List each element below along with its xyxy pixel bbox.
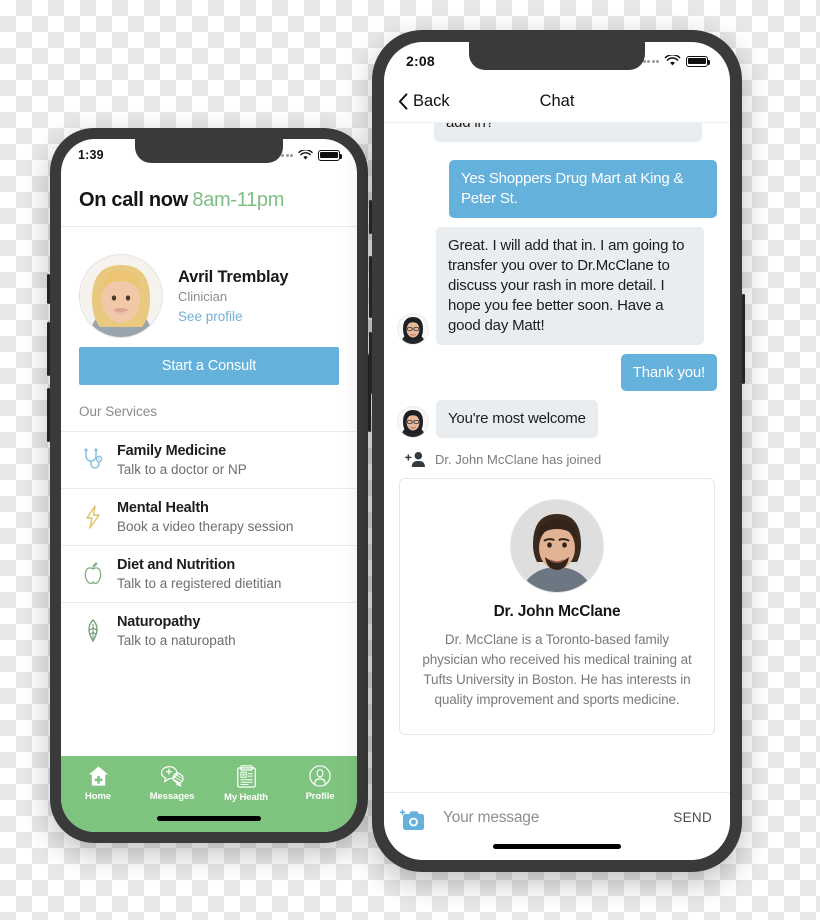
- message-bubble-clipped: add in?: [434, 122, 702, 142]
- status-icons: [276, 149, 343, 161]
- chat-screen: 2:08 Back Chat add in? Yes Shoppers Drug…: [384, 42, 730, 860]
- status-time: 1:39: [78, 148, 104, 162]
- power-button[interactable]: [742, 294, 745, 384]
- tab-my-health[interactable]: My Health: [209, 765, 283, 803]
- service-title: Diet and Nutrition: [117, 557, 236, 573]
- services-list: Family Medicine Talk to a doctor or NP M…: [61, 431, 357, 659]
- screenshot-stage: 1:39 On call now 8am-11pm Avril Tremblay…: [0, 0, 820, 920]
- message-input[interactable]: Your message: [443, 809, 673, 827]
- clinician-avatar: [79, 254, 163, 338]
- tab-label: Home: [85, 791, 111, 802]
- message-row-incoming: You're most welcome: [397, 400, 717, 439]
- apple-icon: [79, 562, 107, 586]
- service-subtitle: Talk to a doctor or NP: [117, 462, 247, 477]
- service-text: Diet and Nutrition Talk to a registered …: [117, 557, 281, 591]
- wifi-icon: [664, 55, 681, 66]
- mute-switch[interactable]: [369, 200, 372, 234]
- home-indicator[interactable]: [493, 844, 621, 849]
- service-item-diet-nutrition[interactable]: Diet and Nutrition Talk to a registered …: [61, 545, 357, 602]
- service-subtitle: Talk to a registered dietitian: [117, 576, 282, 591]
- back-label: Back: [413, 91, 450, 110]
- device-notch: [469, 42, 645, 70]
- clinician-avatar-small: [397, 312, 429, 345]
- message-composer: Your message SEND: [384, 792, 730, 860]
- on-call-hours: 8am-11pm: [192, 189, 285, 211]
- wifi-icon: [298, 149, 313, 160]
- service-text: Mental Health Book a video therapy sessi…: [117, 500, 293, 534]
- chat-message-list[interactable]: add in? Yes Shoppers Drug Mart at King &…: [384, 122, 730, 792]
- service-item-mental-health[interactable]: Mental Health Book a video therapy sessi…: [61, 488, 357, 545]
- signal-dots-icon: [642, 59, 659, 63]
- camera-add-icon[interactable]: [400, 809, 426, 833]
- home-indicator[interactable]: [157, 816, 261, 821]
- status-time: 2:08: [406, 53, 435, 69]
- leaf-icon: [79, 619, 107, 643]
- system-event-text: Dr. John McClane has joined: [435, 452, 602, 468]
- on-call-header: On call now 8am-11pm: [61, 189, 357, 227]
- see-profile-link[interactable]: See profile: [178, 309, 288, 324]
- clipboard-icon: [236, 765, 256, 788]
- chevron-left-icon: [398, 92, 408, 110]
- lightning-bolt-icon: [79, 505, 107, 529]
- doctor-bio: Dr. McClane is a Toronto-based family ph…: [422, 632, 692, 708]
- tab-home[interactable]: Home: [61, 765, 135, 802]
- start-consult-button[interactable]: Start a Consult: [79, 347, 339, 385]
- tab-profile[interactable]: Profile: [283, 765, 357, 802]
- volume-up-button[interactable]: [369, 256, 372, 318]
- message-bubble: Yes Shoppers Drug Mart at King & Peter S…: [449, 159, 717, 218]
- clinician-role: Clinician: [178, 289, 228, 304]
- message-bubble: You're most welcome: [436, 400, 598, 439]
- message-row-outgoing: Yes Shoppers Drug Mart at King & Peter S…: [397, 159, 717, 218]
- volume-up-button[interactable]: [47, 322, 50, 376]
- send-button[interactable]: SEND: [673, 809, 712, 825]
- page-title: On call now: [79, 189, 188, 211]
- service-item-family-medicine[interactable]: Family Medicine Talk to a doctor or NP: [61, 431, 357, 488]
- person-circle-icon: [309, 765, 331, 787]
- service-item-naturopathy[interactable]: Naturopathy Talk to a naturopath: [61, 602, 357, 659]
- battery-icon: [686, 55, 711, 67]
- service-title: Family Medicine: [117, 443, 227, 459]
- system-event-row: Dr. John McClane has joined: [397, 447, 717, 478]
- person-add-icon: [405, 452, 425, 468]
- service-title: Mental Health: [117, 500, 209, 516]
- home-plus-icon: [88, 766, 108, 786]
- service-text: Family Medicine Talk to a doctor or NP: [117, 443, 247, 477]
- message-bubble: Great. I will add that in. I am going to…: [436, 226, 704, 345]
- chat-bubbles-icon: [160, 766, 184, 787]
- clinician-avatar-small: [397, 406, 429, 439]
- tab-messages[interactable]: Messages: [135, 765, 209, 802]
- home-screen: 1:39 On call now 8am-11pm Avril Tremblay…: [61, 139, 357, 832]
- clinician-info: Avril Tremblay Clinician See profile: [178, 268, 289, 324]
- service-title: Naturopathy: [117, 614, 201, 630]
- phone-device-chat: 2:08 Back Chat add in? Yes Shoppers Drug…: [369, 30, 745, 872]
- status-icons: [642, 55, 711, 67]
- service-subtitle: Talk to a naturopath: [117, 633, 236, 648]
- tab-label: Messages: [149, 791, 195, 802]
- stethoscope-icon: [79, 448, 107, 472]
- message-row-incoming: Great. I will add that in. I am going to…: [397, 226, 717, 345]
- service-text: Naturopathy Talk to a naturopath: [117, 614, 236, 648]
- volume-down-button[interactable]: [369, 332, 372, 394]
- back-button[interactable]: Back: [384, 92, 450, 111]
- doctor-profile-card[interactable]: Dr. John McClane Dr. McClane is a Toront…: [399, 478, 715, 736]
- chat-navbar: Back Chat: [384, 80, 730, 123]
- tab-label: Profile: [305, 791, 335, 802]
- volume-down-button[interactable]: [47, 388, 50, 442]
- tab-label: My Health: [224, 792, 268, 803]
- service-subtitle: Book a video therapy session: [117, 519, 294, 534]
- doctor-avatar: [510, 499, 604, 594]
- clinician-card[interactable]: Avril Tremblay Clinician See profile: [61, 244, 357, 350]
- device-notch: [135, 139, 283, 163]
- services-section-label: Our Services: [79, 404, 158, 419]
- mute-switch[interactable]: [47, 274, 50, 304]
- phone-device-home: 1:39 On call now 8am-11pm Avril Tremblay…: [47, 128, 371, 843]
- message-bubble: Thank you!: [620, 353, 717, 392]
- message-row-outgoing: Thank you!: [397, 353, 717, 392]
- battery-icon: [318, 149, 343, 161]
- clinician-name: Avril Tremblay: [178, 268, 289, 286]
- doctor-name: Dr. John McClane: [493, 603, 621, 621]
